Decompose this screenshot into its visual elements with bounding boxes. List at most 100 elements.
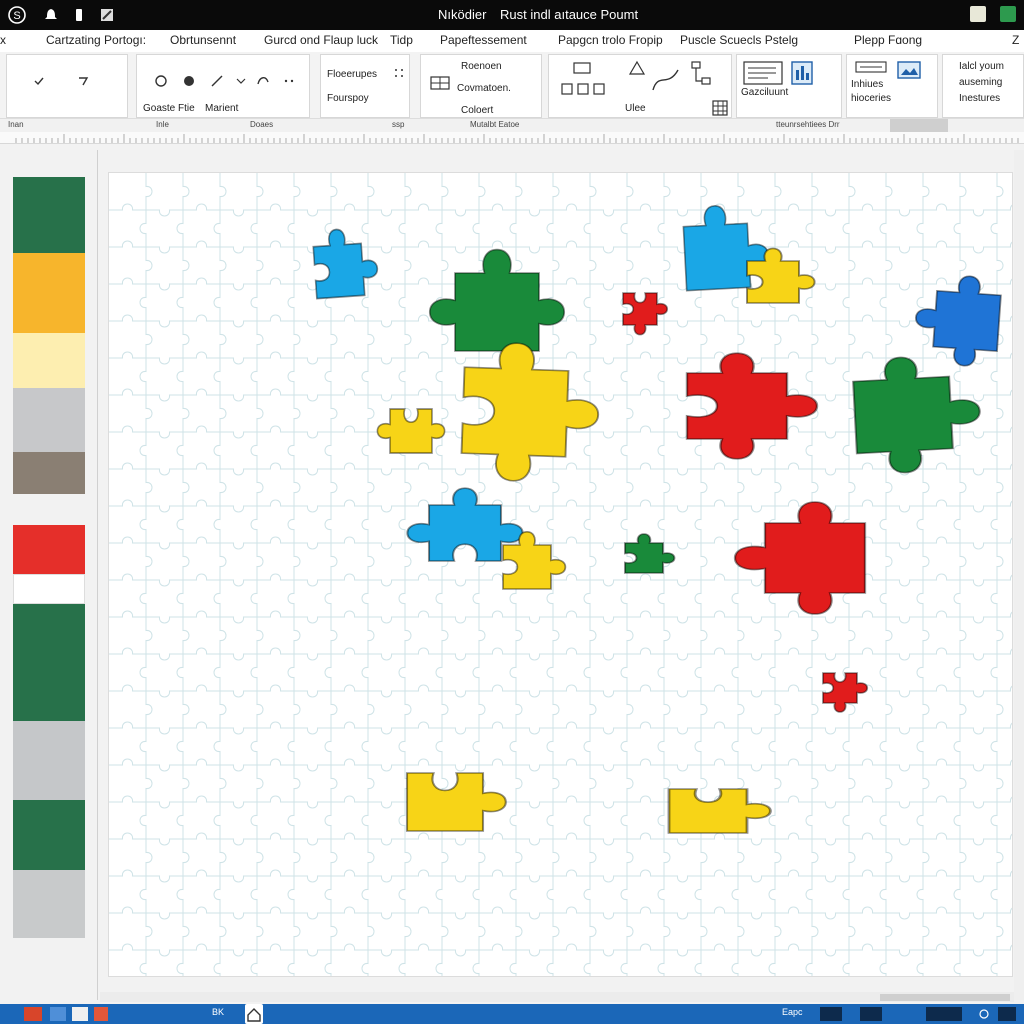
- puzzle-piece-yellow[interactable]: [667, 788, 772, 834]
- group8-line1[interactable]: Ialcl youm: [959, 61, 1004, 72]
- check-icon[interactable]: [31, 73, 47, 89]
- group7-line1[interactable]: Inhiues: [851, 79, 883, 90]
- tab-0[interactable]: x: [0, 33, 6, 47]
- puzzle-piece-shape[interactable]: [623, 533, 676, 574]
- fill-icon[interactable]: [181, 73, 197, 89]
- puzzle-piece-red[interactable]: [822, 672, 869, 713]
- swatch-amber[interactable]: [13, 253, 85, 333]
- start-button[interactable]: [24, 1007, 42, 1021]
- puzzle-piece-shape[interactable]: [733, 501, 867, 615]
- tab-3[interactable]: Gurcd ond Flaup luck: [264, 33, 378, 47]
- tab-6[interactable]: Papgcn trolo Fropip: [558, 33, 663, 47]
- arrow-icon[interactable]: [75, 73, 91, 89]
- chart-icon[interactable]: [789, 59, 815, 87]
- tray-icon-2[interactable]: [860, 1007, 882, 1021]
- vertical-scrollbar[interactable]: [1014, 150, 1024, 1000]
- puzzle-piece-green[interactable]: [852, 353, 983, 475]
- puzzle-piece-shape[interactable]: [376, 408, 446, 454]
- shape-triangle-icon[interactable]: [627, 59, 647, 77]
- group4-line2[interactable]: Covmatoen.: [457, 83, 511, 94]
- puzzle-piece-shape[interactable]: [913, 273, 1002, 368]
- app-logo-icon[interactable]: S: [8, 6, 26, 24]
- swatch-taupe[interactable]: [13, 452, 85, 494]
- puzzle-piece-royal-blue[interactable]: [913, 273, 1002, 368]
- puzzle-canvas[interactable]: [108, 172, 1013, 977]
- puzzle-piece-red[interactable]: [733, 501, 867, 615]
- swatch-light-gray[interactable]: [13, 388, 85, 452]
- taskbar-app-3[interactable]: [94, 1007, 108, 1021]
- table-icon[interactable]: [429, 75, 451, 91]
- grid-icon[interactable]: [711, 99, 729, 117]
- group3-line2[interactable]: Fourspoy: [327, 93, 369, 104]
- puzzle-piece-shape[interactable]: [822, 672, 869, 713]
- tab-9[interactable]: Z: [1012, 33, 1019, 47]
- foot-label-3: ssp: [392, 120, 405, 129]
- puzzle-piece-shape[interactable]: [682, 203, 769, 292]
- puzzle-piece-shape[interactable]: [852, 353, 983, 475]
- puzzle-piece-shape[interactable]: [405, 772, 507, 832]
- home-icon[interactable]: [245, 1004, 263, 1024]
- layout-list-icon[interactable]: [741, 59, 785, 87]
- ribbon-scroll-thumb[interactable]: [890, 119, 948, 133]
- line-icon[interactable]: [209, 73, 225, 89]
- group8-line2[interactable]: auseming: [959, 77, 1002, 88]
- puzzle-piece-red[interactable]: [685, 352, 819, 460]
- more-icon[interactable]: [281, 73, 297, 89]
- edit-icon[interactable]: [98, 6, 116, 24]
- puzzle-piece-shape[interactable]: [685, 352, 819, 460]
- puzzle-piece-green[interactable]: [428, 248, 566, 352]
- swatch-cream[interactable]: [13, 333, 85, 388]
- tab-7[interactable]: Puscle Scuecls Pstelg: [680, 33, 798, 47]
- horizontal-scroll-thumb[interactable]: [880, 994, 1010, 1001]
- tab-1[interactable]: Cartzating Portogı:: [46, 33, 146, 47]
- spreadsheet-app-icon[interactable]: [1000, 6, 1016, 22]
- shape-curve-icon[interactable]: [649, 65, 683, 95]
- group7-line2[interactable]: hioceries: [851, 93, 891, 104]
- tray-icon-3[interactable]: [926, 1007, 962, 1021]
- taskbar-app-1[interactable]: [50, 1007, 66, 1021]
- bell-icon[interactable]: [42, 6, 60, 24]
- arrow-curve-icon[interactable]: [255, 73, 271, 89]
- insert-icon[interactable]: [853, 59, 889, 75]
- puzzle-piece-shape[interactable]: [428, 248, 566, 352]
- puzzle-piece-shape[interactable]: [622, 292, 669, 336]
- puzzle-piece-blue[interactable]: [312, 227, 379, 300]
- puzzle-piece-shape[interactable]: [667, 788, 772, 834]
- tray-icon-1[interactable]: [820, 1007, 842, 1021]
- swatch-gray[interactable]: [13, 721, 85, 800]
- puzzle-piece-red[interactable]: [622, 292, 669, 336]
- shape-connector-icon[interactable]: [689, 59, 713, 89]
- tray-icon-5[interactable]: [998, 1007, 1016, 1021]
- puzzle-piece-yellow[interactable]: [460, 341, 601, 483]
- puzzle-piece-yellow[interactable]: [405, 772, 507, 832]
- taskbar-app-2[interactable]: [72, 1007, 88, 1021]
- puzzle-piece-yellow[interactable]: [376, 408, 446, 454]
- group8-line3[interactable]: Inestures: [959, 93, 1000, 104]
- tray-icon-4[interactable]: [978, 1007, 990, 1021]
- picture-icon[interactable]: [895, 59, 923, 81]
- shape-rect-icon[interactable]: [569, 59, 595, 77]
- puzzle-piece-shape[interactable]: [312, 227, 379, 300]
- grid-dots-icon[interactable]: [393, 67, 405, 79]
- ribbon-group-6: Gazciluunt: [736, 54, 842, 118]
- puzzle-piece-shape[interactable]: [460, 341, 601, 483]
- swatch-white[interactable]: [13, 574, 85, 604]
- puzzle-piece-green[interactable]: [623, 533, 676, 574]
- tab-5[interactable]: Papeftessement: [440, 33, 527, 47]
- dropdown-icon[interactable]: [233, 73, 249, 89]
- swatch-gray-2[interactable]: [13, 870, 85, 938]
- phone-icon[interactable]: [70, 6, 88, 24]
- swatch-green[interactable]: [13, 604, 85, 721]
- group3-line1[interactable]: Floeerupes: [327, 69, 377, 80]
- swatch-red[interactable]: [13, 525, 85, 574]
- tab-8[interactable]: Plepp Fɑong: [854, 33, 922, 47]
- calculator-icon[interactable]: [970, 6, 986, 22]
- swatch-green-2[interactable]: [13, 800, 85, 870]
- swatch-dark-green[interactable]: [13, 177, 85, 253]
- puzzle-piece-blue[interactable]: [682, 203, 769, 292]
- font-color-icon[interactable]: [153, 73, 169, 89]
- tab-2[interactable]: Obrtunsennt: [170, 33, 236, 47]
- tab-4[interactable]: Tidp: [390, 33, 413, 47]
- horizontal-scrollbar[interactable]: [100, 992, 1014, 1002]
- arrange-icon[interactable]: [557, 81, 607, 97]
